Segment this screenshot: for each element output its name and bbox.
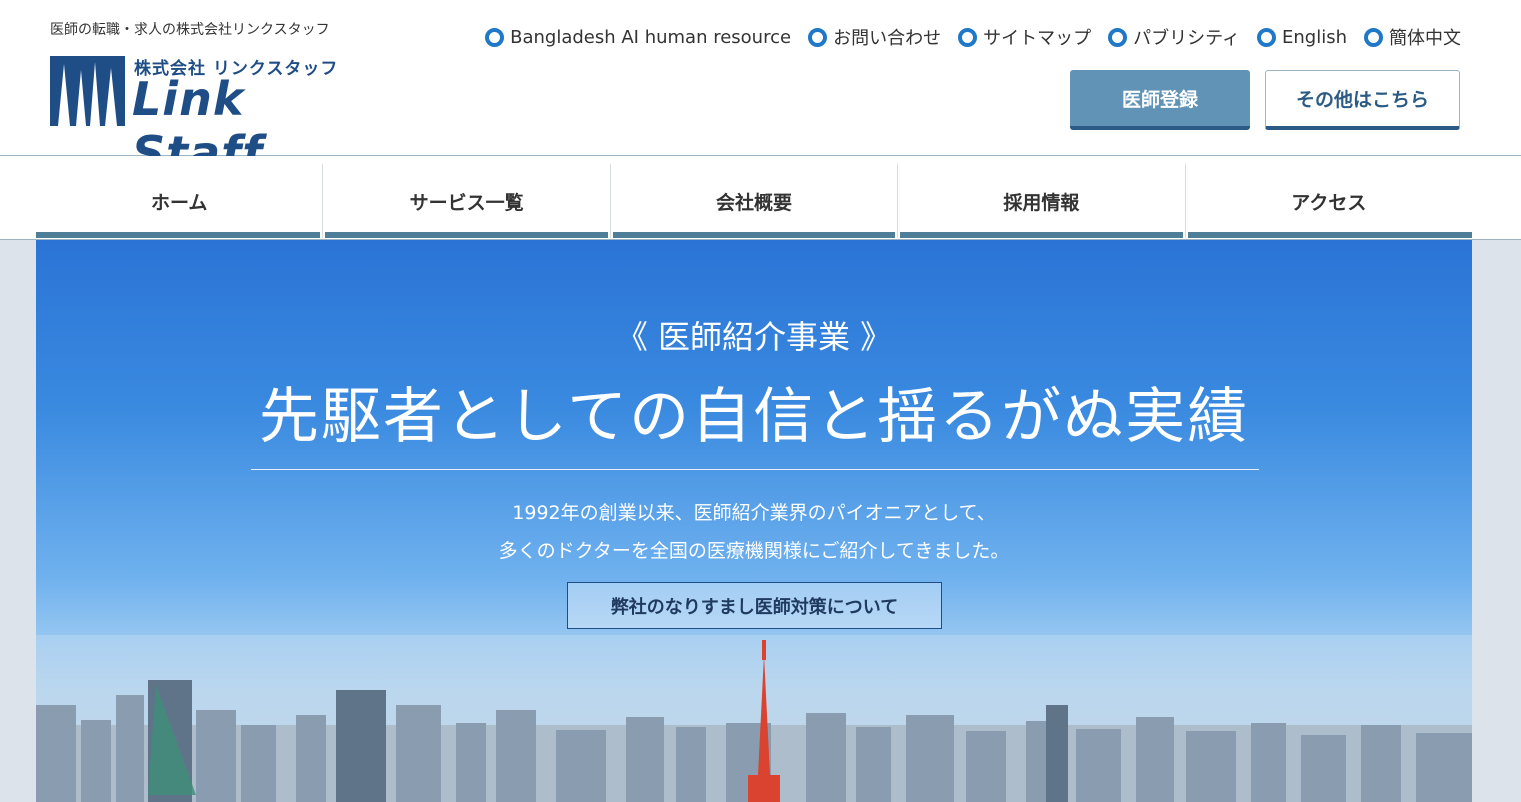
- link-label: サイトマップ: [983, 28, 1092, 49]
- link-publicity[interactable]: パブリシティ: [1108, 24, 1240, 50]
- hero-eyebrow: 《 医師紹介事業 》: [615, 318, 893, 356]
- site-header: 医師の転職・求人の株式会社リンクスタッフ 株式会社 リンクスタッフ Link S…: [0, 0, 1521, 180]
- hero-title: 先駆者としての自信と揺るがぬ実績: [258, 382, 1250, 452]
- link-label: 簡体中文: [1389, 28, 1461, 49]
- hero-divider: [251, 469, 1259, 470]
- nav-item-home[interactable]: ホーム: [36, 164, 322, 238]
- hero-text-line2: 多くのドクターを全国の医療機関様にご紹介してきました。: [498, 540, 1010, 562]
- nav-item-access[interactable]: アクセス: [1184, 164, 1473, 238]
- logo-mark-icon: [50, 56, 125, 126]
- link-label: English: [1282, 26, 1347, 48]
- site-logo[interactable]: 株式会社 リンクスタッフ Link Staff: [50, 52, 350, 180]
- link-chinese[interactable]: 簡体中文: [1364, 24, 1461, 50]
- ring-bullet-icon: [485, 27, 505, 47]
- link-sitemap[interactable]: サイトマップ: [958, 24, 1091, 50]
- hero-text-line1: 1992年の創業以来、医師紹介業界のパイオニアとして、: [512, 502, 996, 524]
- ring-bullet-icon: [958, 27, 978, 47]
- link-english[interactable]: English: [1257, 24, 1347, 50]
- impersonation-policy-button[interactable]: 弊社のなりすまし医師対策について: [567, 582, 942, 629]
- ring-bullet-icon: [1364, 27, 1383, 47]
- nav-item-recruit[interactable]: 採用情報: [897, 164, 1184, 238]
- nav-item-company[interactable]: 会社概要: [609, 164, 897, 238]
- hero-banner: 《 医師紹介事業 》 先駆者としての自信と揺るがぬ実績 1992年の創業以来、医…: [36, 240, 1472, 802]
- nav-item-services[interactable]: サービス一覧: [322, 164, 609, 238]
- city-skyline-image: [36, 635, 1472, 802]
- link-label: お問い合わせ: [833, 28, 942, 49]
- link-bangladesh[interactable]: Bangladesh AI human resource: [485, 24, 791, 50]
- ring-bullet-icon: [808, 27, 828, 47]
- link-label: Bangladesh AI human resource: [510, 26, 792, 48]
- link-contact[interactable]: お問い合わせ: [808, 24, 941, 50]
- main-nav: ホーム サービス一覧 会社概要 採用情報 アクセス: [0, 156, 1521, 240]
- utility-links: Bangladesh AI human resource お問い合わせ サイトマ…: [485, 24, 1461, 50]
- ring-bullet-icon: [1108, 27, 1128, 47]
- ring-bullet-icon: [1257, 27, 1276, 47]
- doctor-register-button[interactable]: 医師登録: [1070, 70, 1250, 130]
- nav-list: ホーム サービス一覧 会社概要 採用情報 アクセス: [36, 164, 1473, 238]
- other-options-button[interactable]: その他はこちら: [1265, 70, 1460, 130]
- link-label: パブリシティ: [1133, 28, 1240, 49]
- site-tagline: 医師の転職・求人の株式会社リンクスタッフ: [50, 22, 330, 38]
